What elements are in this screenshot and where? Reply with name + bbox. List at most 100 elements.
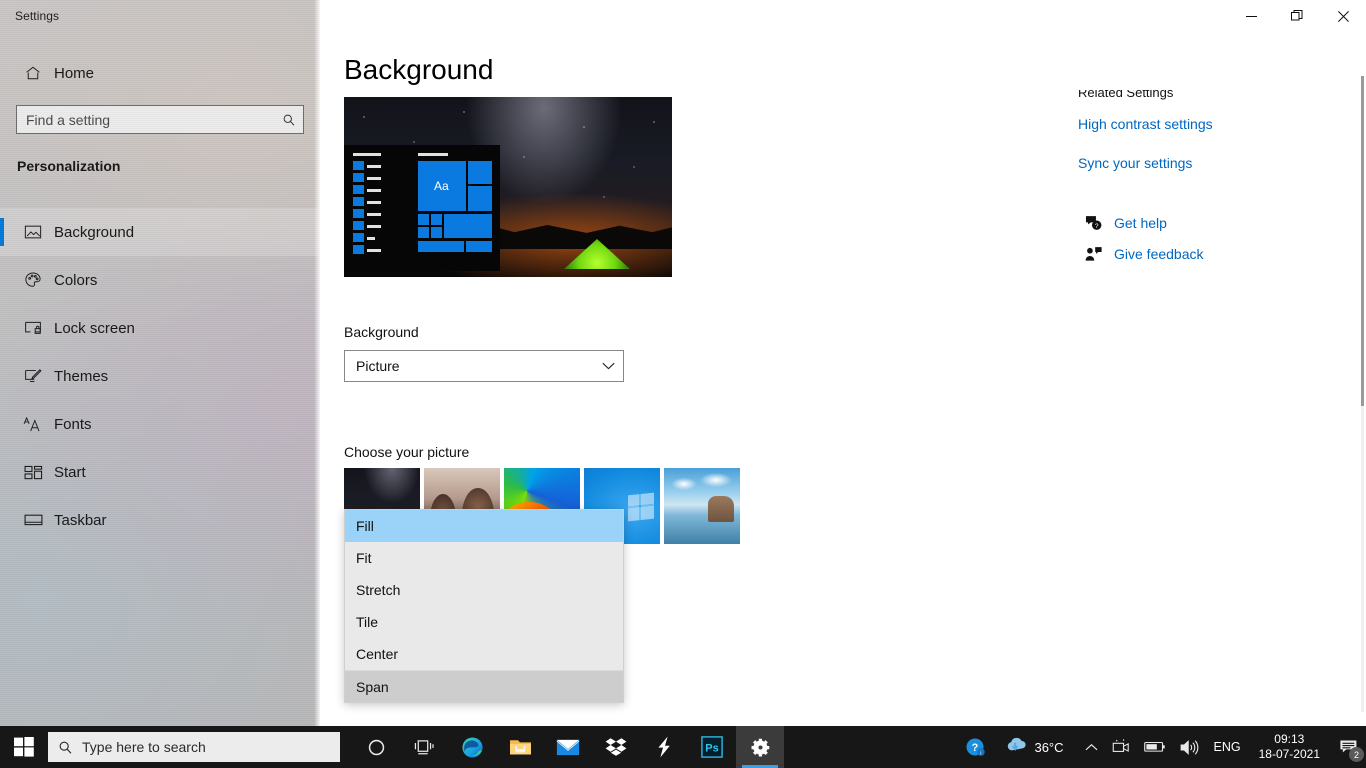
speaker-icon[interactable]: [1173, 726, 1206, 768]
picture-thumbnail-beach-rock[interactable]: [664, 468, 740, 544]
svg-text:?: ?: [1094, 223, 1098, 230]
window-controls: [1228, 0, 1366, 32]
selection-accent-bar: [0, 266, 4, 294]
weather-widget[interactable]: 36°C: [992, 726, 1070, 768]
clock-time: 09:13: [1274, 732, 1305, 746]
help-circle-icon[interactable]: ? i: [958, 726, 992, 768]
related-settings-header: Related Settings: [1078, 90, 1174, 100]
sidebar-section-header: Personalization: [17, 158, 121, 174]
related-settings-header-clip: Related Settings: [1078, 90, 1338, 102]
selection-accent-bar: [0, 218, 4, 246]
start-tiles-icon: [16, 465, 50, 480]
screen: Settings Home Personalizat: [0, 0, 1366, 768]
sidebar-item-taskbar[interactable]: Taskbar: [0, 496, 320, 544]
windows-start-icon[interactable]: [0, 726, 48, 768]
dropdown-option-tile[interactable]: Tile: [345, 606, 623, 638]
link-sync-your-settings[interactable]: Sync your settings: [1078, 155, 1192, 171]
svg-text:i: i: [981, 750, 982, 756]
selection-accent-bar: [0, 314, 4, 342]
selection-accent-bar: [0, 506, 4, 534]
svg-text:Ps: Ps: [705, 742, 718, 754]
sidebar-item-label: Start: [54, 463, 86, 481]
background-type-value: Picture: [356, 358, 400, 374]
lock-screen-icon: [16, 320, 50, 336]
minimize-button[interactable]: [1228, 0, 1274, 32]
system-tray: ? i 36°C ENG 09:13 18-07-2021 2: [958, 726, 1366, 768]
camera-icon[interactable]: [1105, 726, 1137, 768]
start-menu-mockup: Aa: [344, 145, 500, 271]
language-indicator[interactable]: ENG: [1206, 740, 1249, 754]
settings-sidebar: Settings Home Personalizat: [0, 0, 320, 726]
search-input[interactable]: [17, 111, 275, 128]
lightning-app-icon[interactable]: [640, 726, 688, 768]
battery-icon[interactable]: [1137, 726, 1173, 768]
settings-window: Settings Home Personalizat: [0, 0, 1366, 726]
get-help-label: Get help: [1114, 215, 1167, 231]
cortana-icon[interactable]: [352, 726, 400, 768]
microsoft-edge-icon[interactable]: [448, 726, 496, 768]
selection-accent-bar: [0, 410, 4, 438]
give-feedback-row[interactable]: Give feedback: [1080, 246, 1204, 262]
sidebar-item-home[interactable]: Home: [0, 58, 310, 88]
sidebar-item-lock-screen[interactable]: Lock screen: [0, 304, 320, 352]
dropdown-option-span[interactable]: Span: [345, 670, 623, 702]
link-high-contrast-settings[interactable]: High contrast settings: [1078, 116, 1213, 132]
give-feedback-label: Give feedback: [1114, 246, 1204, 262]
dropdown-option-fit[interactable]: Fit: [345, 542, 623, 574]
close-button[interactable]: [1320, 0, 1366, 32]
taskbar-search-box[interactable]: Type here to search: [48, 732, 340, 762]
chevron-up-icon[interactable]: [1071, 726, 1105, 768]
file-explorer-icon[interactable]: [496, 726, 544, 768]
window-title: Settings: [15, 9, 60, 23]
taskbar-search-placeholder: Type here to search: [82, 739, 206, 755]
feedback-person-icon: [1080, 246, 1106, 262]
restore-button[interactable]: [1274, 0, 1320, 32]
sidebar-item-label: Background: [54, 223, 135, 241]
sidebar-item-start[interactable]: Start: [0, 448, 320, 496]
picture-fit-dropdown-list: Fill Fit Stretch Tile Center Span: [344, 509, 624, 703]
taskbar-icon: [16, 513, 50, 527]
desktop-preview-image: Aa: [344, 97, 672, 277]
mail-icon[interactable]: [544, 726, 592, 768]
themes-brush-icon: [16, 368, 50, 385]
sidebar-item-background[interactable]: Background: [0, 208, 320, 256]
notification-bubble-icon[interactable]: 2: [1330, 726, 1366, 768]
notification-count-badge: 2: [1349, 747, 1364, 762]
clock-date: 18-07-2021: [1258, 747, 1320, 761]
get-help-row[interactable]: ? Get help: [1080, 215, 1167, 231]
sidebar-home-label: Home: [54, 64, 95, 82]
content-scrollbar-thumb[interactable]: [1361, 76, 1364, 406]
photoshop-icon[interactable]: Ps: [688, 726, 736, 768]
sidebar-item-label: Themes: [54, 367, 109, 385]
search-box[interactable]: [16, 105, 304, 134]
selection-accent-bar: [0, 458, 4, 486]
home-icon: [16, 64, 50, 82]
page-title: Background: [344, 54, 494, 85]
sidebar-nav: Background Colors Lock screen Themes Fon…: [0, 208, 320, 544]
settings-gear-icon[interactable]: [736, 726, 784, 768]
temperature-label: 36°C: [1034, 739, 1064, 755]
dropdown-option-center[interactable]: Center: [345, 638, 623, 670]
chevron-down-icon: [593, 362, 623, 370]
sidebar-item-fonts[interactable]: Fonts: [0, 400, 320, 448]
search-icon: [275, 113, 303, 127]
selection-accent-bar: [0, 362, 4, 390]
cloud-icon: [1006, 737, 1028, 758]
palette-icon: [16, 271, 50, 289]
question-bubble-icon: ?: [1080, 215, 1106, 231]
sidebar-item-label: Lock screen: [54, 319, 135, 337]
taskbar: Type here to search Ps ? i 36°C ENG 09:1…: [0, 726, 1366, 768]
dropdown-option-stretch[interactable]: Stretch: [345, 574, 623, 606]
picture-icon: [16, 224, 50, 240]
preview-aa-text: Aa: [434, 179, 449, 193]
background-label: Background: [344, 324, 419, 340]
clock[interactable]: 09:13 18-07-2021: [1249, 732, 1330, 762]
dropdown-option-fill[interactable]: Fill: [345, 510, 623, 542]
sidebar-item-label: Colors: [54, 271, 98, 289]
task-view-icon[interactable]: [400, 726, 448, 768]
background-type-dropdown[interactable]: Picture: [344, 350, 624, 382]
sidebar-item-themes[interactable]: Themes: [0, 352, 320, 400]
sidebar-item-colors[interactable]: Colors: [0, 256, 320, 304]
dropbox-icon[interactable]: [592, 726, 640, 768]
sidebar-item-label: Fonts: [54, 415, 92, 433]
